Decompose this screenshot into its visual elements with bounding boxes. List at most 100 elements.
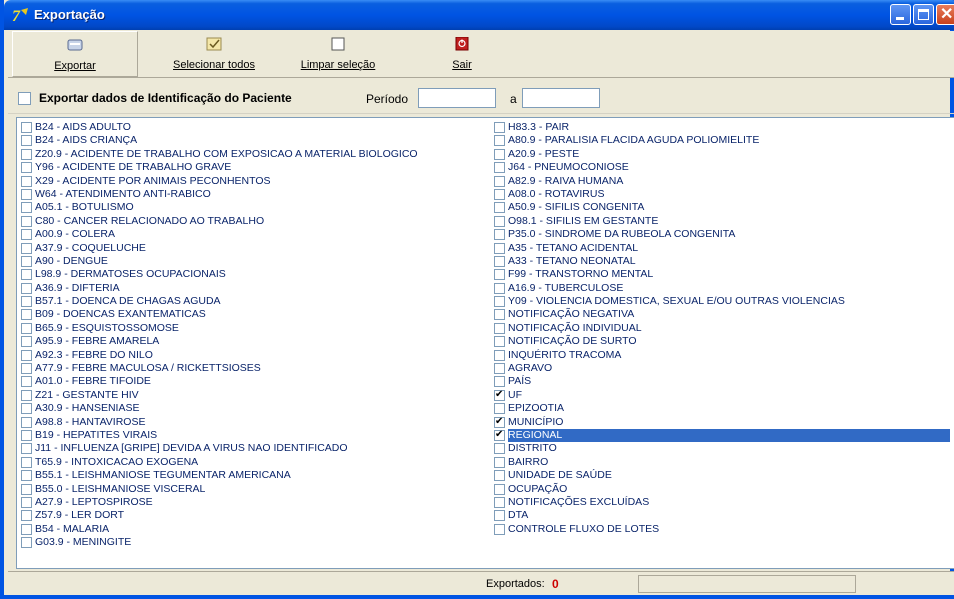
checklist-item[interactable]: P35.0 - SINDROME DA RUBEOLA CONGENITA: [494, 228, 954, 241]
checklist-item[interactable]: CONTROLE FLUXO DE LOTES: [494, 523, 954, 536]
checklist-item[interactable]: H83.3 - PAIR: [494, 121, 954, 134]
checklist-item[interactable]: Z20.9 - ACIDENTE DE TRABALHO COM EXPOSIC…: [21, 148, 491, 161]
checklist-item[interactable]: B19 - HEPATITES VIRAIS: [21, 429, 491, 442]
checklist-item[interactable]: NOTIFICAÇÃO INDIVIDUAL: [494, 322, 954, 335]
item-checkbox[interactable]: [494, 322, 505, 334]
checklist-item[interactable]: A50.9 - SIFILIS CONGENITA: [494, 201, 954, 214]
checklist-item[interactable]: A35 - TETANO ACIDENTAL: [494, 242, 954, 255]
item-checkbox[interactable]: [494, 349, 505, 361]
checklist-item[interactable]: F99 - TRANSTORNO MENTAL: [494, 268, 954, 281]
item-checkbox[interactable]: [494, 282, 505, 294]
checklist-item[interactable]: B55.1 - LEISHMANIOSE TEGUMENTAR AMERICAN…: [21, 469, 491, 482]
checklist-item[interactable]: A33 - TETANO NEONATAL: [494, 255, 954, 268]
checklist-item[interactable]: OCUPAÇÃO: [494, 483, 954, 496]
export-button[interactable]: Exportar: [12, 31, 138, 77]
item-checkbox[interactable]: [21, 429, 32, 441]
checklist-item[interactable]: EPIZOOTIA: [494, 402, 954, 415]
item-checkbox[interactable]: [494, 443, 505, 455]
item-checkbox[interactable]: [21, 456, 32, 468]
item-checkbox[interactable]: [21, 188, 32, 200]
item-checkbox[interactable]: [21, 336, 32, 348]
checklist-item[interactable]: B24 - AIDS ADULTO: [21, 121, 491, 134]
clear-selection-button[interactable]: Limpar seleção: [288, 31, 388, 77]
item-checkbox[interactable]: [21, 215, 32, 227]
checklist-item[interactable]: X29 - ACIDENTE POR ANIMAIS PECONHENTOS: [21, 175, 491, 188]
item-checkbox[interactable]: [494, 148, 505, 160]
checklist-item[interactable]: Y09 - VIOLENCIA DOMESTICA, SEXUAL E/OU O…: [494, 295, 954, 308]
checklist-item[interactable]: J11 - INFLUENZA [GRIPE] DEVIDA A VIRUS N…: [21, 442, 491, 455]
checklist-item[interactable]: A37.9 - COQUELUCHE: [21, 242, 491, 255]
item-checkbox[interactable]: [494, 188, 505, 200]
checklist-item[interactable]: Z57.9 - LER DORT: [21, 509, 491, 522]
checklist-item[interactable]: L98.9 - DERMATOSES OCUPACIONAIS: [21, 268, 491, 281]
period-start-input[interactable]: [418, 88, 496, 108]
checklist-item[interactable]: B57.1 - DOENCA DE CHAGAS AGUDA: [21, 295, 491, 308]
checklist-item[interactable]: INQUÉRITO TRACOMA: [494, 349, 954, 362]
item-checkbox[interactable]: [21, 389, 32, 401]
checklist-item[interactable]: A80.9 - PARALISIA FLACIDA AGUDA POLIOMIE…: [494, 134, 954, 147]
checklist-item[interactable]: A01.0 - FEBRE TIFOIDE: [21, 375, 491, 388]
checklist-item[interactable]: O98.1 - SIFILIS EM GESTANTE: [494, 215, 954, 228]
checklist-item[interactable]: T65.9 - INTOXICACAO EXOGENA: [21, 456, 491, 469]
item-checkbox[interactable]: [494, 122, 505, 133]
checklist-item[interactable]: A08.0 - ROTAVIRUS: [494, 188, 954, 201]
item-checkbox[interactable]: [494, 363, 505, 375]
item-checkbox[interactable]: [21, 443, 32, 455]
item-checkbox[interactable]: [21, 416, 32, 428]
item-checkbox[interactable]: [494, 336, 505, 348]
checklist-item[interactable]: A27.9 - LEPTOSPIROSE: [21, 496, 491, 509]
item-checkbox[interactable]: [494, 175, 505, 187]
item-checkbox[interactable]: [21, 537, 32, 549]
select-all-button[interactable]: Selecionar todos: [158, 31, 270, 77]
item-checkbox[interactable]: [494, 255, 505, 267]
checklist-item[interactable]: DISTRITO: [494, 442, 954, 455]
checklist-item[interactable]: Y96 - ACIDENTE DE TRABALHO GRAVE: [21, 161, 491, 174]
item-checkbox[interactable]: [494, 403, 505, 415]
item-checkbox[interactable]: [21, 202, 32, 214]
item-checkbox[interactable]: [21, 282, 32, 294]
item-checkbox[interactable]: [21, 148, 32, 160]
checklist-item[interactable]: UNIDADE DE SAÚDE: [494, 469, 954, 482]
item-checkbox[interactable]: [21, 242, 32, 254]
item-checkbox[interactable]: [494, 523, 505, 535]
item-checkbox[interactable]: [494, 388, 505, 401]
checklist-item[interactable]: DTA: [494, 509, 954, 522]
item-checkbox[interactable]: [494, 470, 505, 482]
checklist-item[interactable]: AGRAVO: [494, 362, 954, 375]
checklist-item[interactable]: A95.9 - FEBRE AMARELA: [21, 335, 491, 348]
checklist-item[interactable]: A20.9 - PESTE: [494, 148, 954, 161]
item-checkbox[interactable]: [21, 510, 32, 522]
item-checkbox[interactable]: [494, 510, 505, 522]
item-checkbox[interactable]: [494, 135, 505, 147]
checklist-item[interactable]: REGIONAL: [494, 428, 954, 442]
checklist-item[interactable]: A90 - DENGUE: [21, 255, 491, 268]
checklist-item[interactable]: NOTIFICAÇÃO NEGATIVA: [494, 308, 954, 321]
item-checkbox[interactable]: [494, 376, 505, 388]
checklist-item[interactable]: NOTIFICAÇÕES EXCLUÍDAS: [494, 496, 954, 509]
maximize-button[interactable]: [913, 4, 934, 25]
item-checkbox[interactable]: [21, 296, 32, 308]
checklist-item[interactable]: B09 - DOENCAS EXANTEMATICAS: [21, 308, 491, 321]
item-checkbox[interactable]: [494, 456, 505, 468]
checklist-item[interactable]: B55.0 - LEISHMANIOSE VISCERAL: [21, 483, 491, 496]
item-checkbox[interactable]: [21, 376, 32, 388]
item-checkbox[interactable]: [21, 175, 32, 187]
item-checkbox[interactable]: [494, 162, 505, 174]
checklist-item[interactable]: UF: [494, 388, 954, 402]
checklist-item[interactable]: A30.9 - HANSENIASE: [21, 402, 491, 415]
checklist-item[interactable]: MUNICÍPIO: [494, 415, 954, 429]
checklist-item[interactable]: A00.9 - COLERA: [21, 228, 491, 241]
item-checkbox[interactable]: [494, 242, 505, 254]
checklist-item[interactable]: J64 - PNEUMOCONIOSE: [494, 161, 954, 174]
export-identification-label[interactable]: Exportar dados de Identificação do Pacie…: [39, 91, 292, 105]
minimize-button[interactable]: [890, 4, 911, 25]
item-checkbox[interactable]: [21, 349, 32, 361]
item-checkbox[interactable]: [21, 363, 32, 375]
checklist-item[interactable]: W64 - ATENDIMENTO ANTI-RABICO: [21, 188, 491, 201]
title-bar[interactable]: 7 Exportação ✕: [4, 0, 954, 30]
item-checkbox[interactable]: [21, 483, 32, 495]
item-checkbox[interactable]: [21, 496, 32, 508]
item-checkbox[interactable]: [494, 483, 505, 495]
checklist-item[interactable]: A77.9 - FEBRE MACULOSA / RICKETTSIOSES: [21, 362, 491, 375]
item-checkbox[interactable]: [21, 229, 32, 241]
